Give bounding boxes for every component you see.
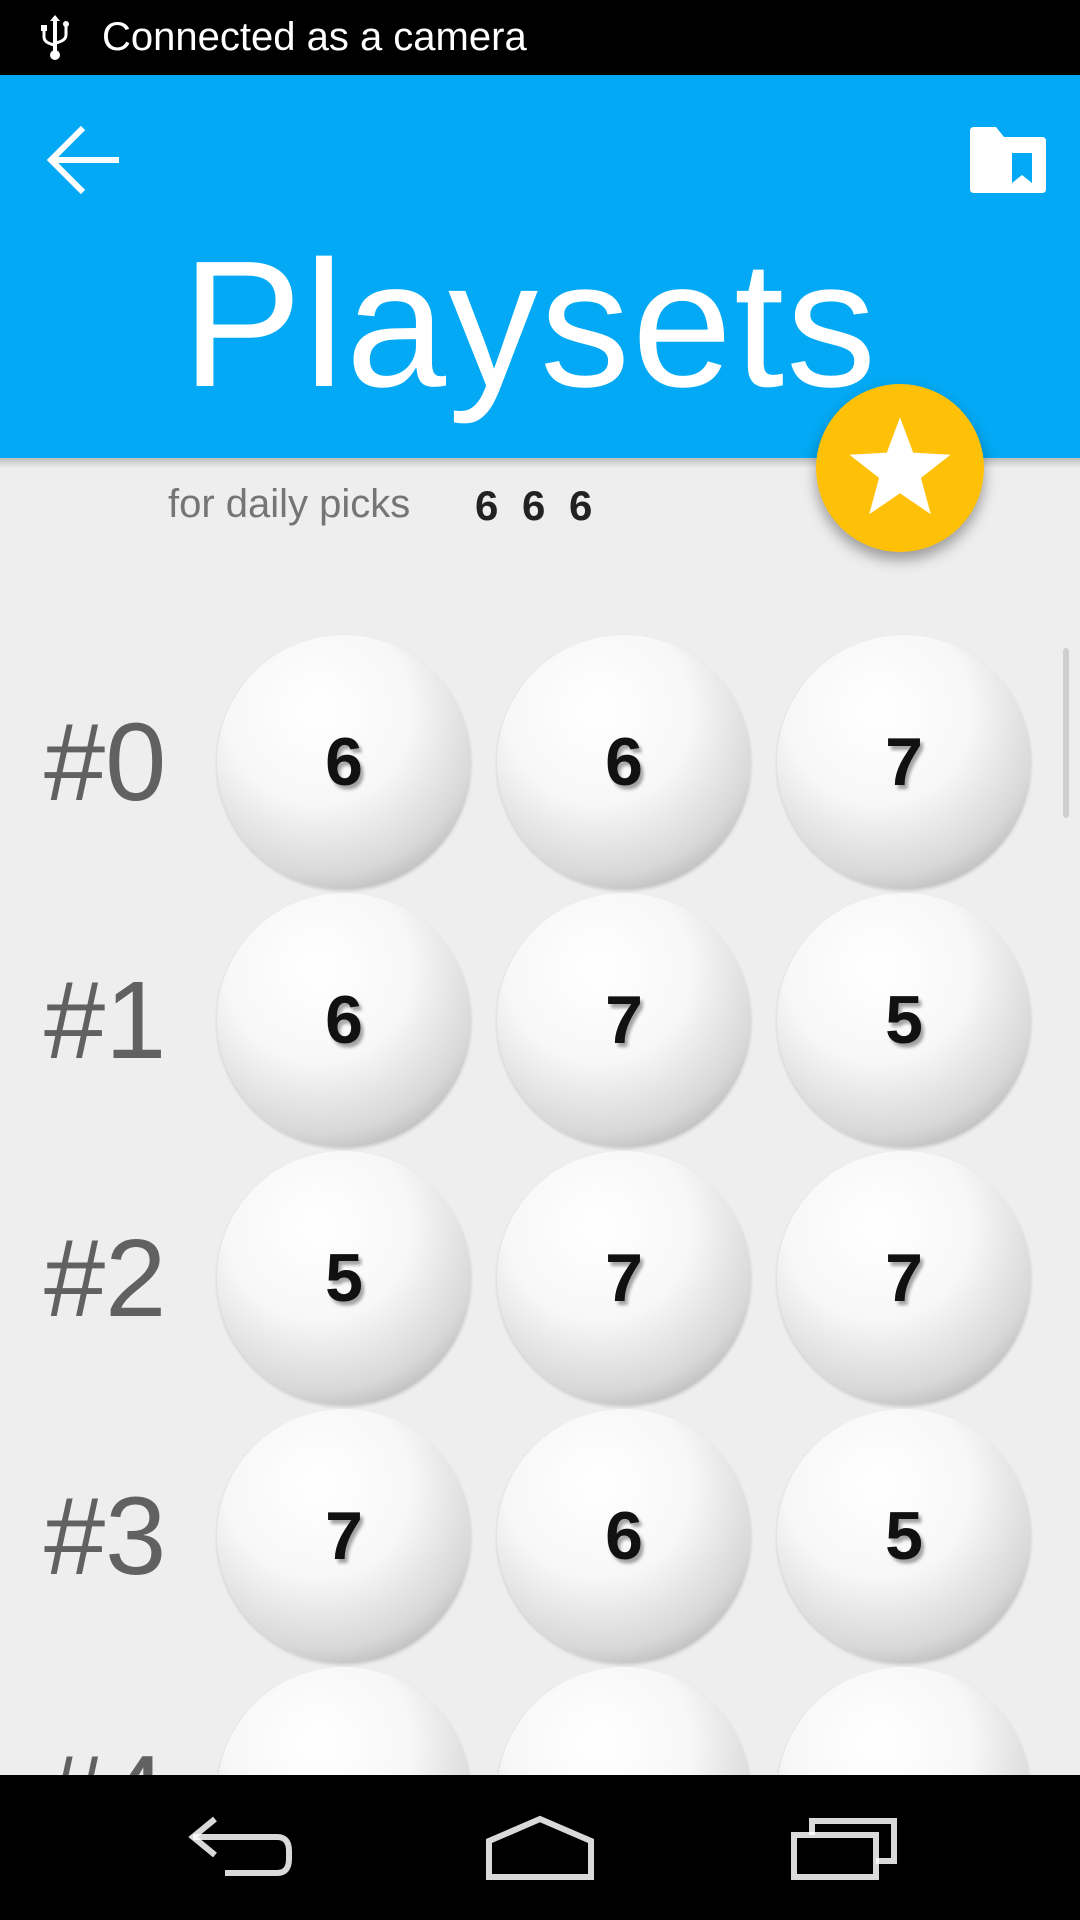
number-ball[interactable]: 5 (777, 893, 1031, 1147)
folder-bookmark-icon[interactable] (968, 125, 1048, 195)
playset-label: #1 (44, 959, 167, 1082)
playset-label: #3 (44, 1475, 167, 1598)
ball-number: 7 (605, 1240, 643, 1316)
number-ball[interactable]: 7 (497, 893, 751, 1147)
number-ball[interactable]: 7 (497, 1151, 751, 1405)
ball-number: 6 (325, 982, 363, 1058)
number-ball[interactable]: 6 (497, 635, 751, 889)
ball-number: 6 (605, 1498, 643, 1574)
ball-number: 7 (885, 1240, 923, 1316)
recent-apps-icon[interactable] (790, 1813, 900, 1883)
playset-row[interactable]: #3 7 6 5 (0, 1407, 1080, 1665)
number-ball[interactable] (497, 1667, 751, 1775)
number-ball[interactable]: 7 (217, 1409, 471, 1663)
playset-row[interactable]: #1 6 7 5 (0, 891, 1080, 1149)
number-ball[interactable]: 5 (777, 1409, 1031, 1663)
playset-list: #0 6 6 7 #1 6 7 5 #2 5 7 7 #3 7 6 5 #4 (0, 633, 1080, 1775)
daily-picks-value: 6 6 6 (475, 482, 599, 529)
ball-number: 7 (885, 724, 923, 800)
playset-label: #2 (44, 1217, 167, 1340)
back-icon[interactable] (185, 1813, 295, 1883)
daily-picks-label: for daily picks (168, 482, 411, 526)
favorite-fab-button[interactable] (816, 384, 984, 552)
star-icon (849, 417, 951, 515)
number-ball[interactable] (777, 1667, 1031, 1775)
playset-label: #4 (44, 1735, 166, 1776)
usb-icon (41, 14, 69, 60)
number-ball[interactable] (217, 1667, 471, 1775)
number-ball[interactable]: 6 (497, 1409, 751, 1663)
number-ball[interactable]: 7 (777, 635, 1031, 889)
playset-row[interactable]: #4 (0, 1665, 1080, 1775)
ball-number: 6 (605, 724, 643, 800)
playset-row[interactable]: #2 5 7 7 (0, 1149, 1080, 1407)
number-ball[interactable]: 7 (777, 1151, 1031, 1405)
number-ball[interactable]: 6 (217, 893, 471, 1147)
ball-number: 5 (885, 1498, 923, 1574)
back-arrow-icon[interactable] (45, 120, 125, 200)
status-text: Connected as a camera (102, 15, 527, 59)
ball-number: 6 (325, 724, 363, 800)
playset-label: #0 (44, 701, 167, 824)
playset-row[interactable]: #0 6 6 7 (0, 633, 1080, 891)
number-ball[interactable]: 6 (217, 635, 471, 889)
ball-number: 7 (325, 1498, 363, 1574)
system-nav-bar (0, 1775, 1080, 1920)
ball-number: 5 (325, 1240, 363, 1316)
ball-number: 5 (885, 982, 923, 1058)
number-ball[interactable]: 5 (217, 1151, 471, 1405)
ball-number: 7 (605, 982, 643, 1058)
status-bar: Connected as a camera (0, 0, 1080, 75)
home-icon[interactable] (485, 1813, 595, 1883)
